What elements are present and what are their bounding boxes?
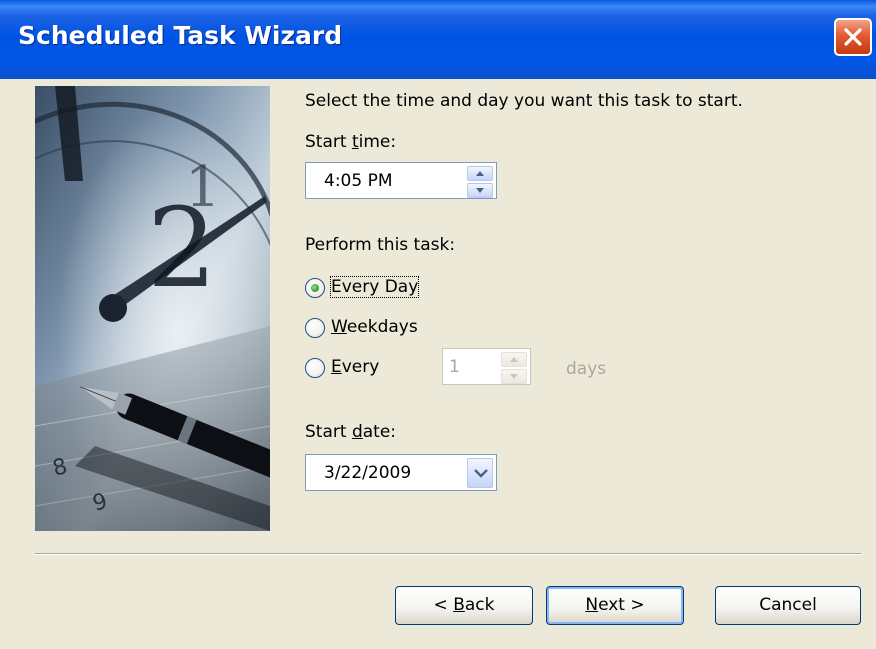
start-time-spin-buttons [467,166,493,198]
back-button-prefix: < [433,595,454,615]
start-time-value: 4:05 PM [324,171,393,191]
start-date-label-text-end: ate: [362,422,397,442]
radio-every-day-label[interactable]: Every Day [329,276,420,298]
start-date-dropdown-button[interactable] [467,458,493,488]
start-date-label: Start date: [305,422,396,442]
wizard-prompt: Select the time and day you want this ta… [305,91,743,111]
chevron-down-icon [510,374,518,379]
radio-weekdays-indicator[interactable] [305,318,325,338]
every-days-spin-buttons [501,352,527,384]
separator-line [35,553,861,555]
next-button[interactable]: Next > [546,586,684,625]
every-days-spinner[interactable]: 1 [442,348,531,385]
start-date-value: 3/22/2009 [324,463,412,483]
chevron-up-icon [476,171,484,176]
start-time-label-text-end: ime: [358,132,397,152]
radio-every-n-days[interactable]: Every [305,357,425,381]
close-icon [844,28,862,46]
cancel-button[interactable]: Cancel [715,586,861,625]
window-title: Scheduled Task Wizard [18,21,343,50]
start-time-label-text: Start [305,132,352,152]
every-days-down-button[interactable] [501,369,527,384]
start-time-down-button[interactable] [467,183,493,198]
svg-text:1: 1 [185,155,221,220]
back-button-text: ack [464,595,495,615]
next-button-mnemonic: N [585,595,599,615]
radio-selected-dot [311,284,319,292]
start-time-label: Start time: [305,132,396,152]
every-days-value: 1 [449,357,460,377]
title-bar[interactable]: Scheduled Task Wizard [0,0,876,79]
radio-weekdays-mnemonic: W [331,317,347,337]
wizard-window: Scheduled Task Wizard 2 1 8 9 Select the… [0,0,876,649]
chevron-down-icon [474,469,488,478]
close-button[interactable] [834,18,872,56]
radio-weekdays[interactable]: Weekdays [305,317,455,341]
radio-weekdays-label[interactable]: Weekdays [331,317,418,337]
start-date-label-mnemonic: d [351,422,363,442]
days-label: days [566,359,607,379]
radio-every-mnemonic: E [331,357,342,377]
perform-task-label: Perform this task: [305,235,456,255]
wizard-illustration: 2 1 8 9 [35,86,270,531]
start-time-label-mnemonic: t [351,132,359,152]
start-time-up-button[interactable] [467,166,493,181]
radio-every-indicator[interactable] [305,358,325,378]
radio-every-day-indicator[interactable] [305,278,325,298]
start-date-label-text: Start [305,422,352,442]
back-button-mnemonic: B [453,595,465,615]
radio-every-day[interactable]: Every Day [305,276,455,301]
chevron-up-icon [510,357,518,362]
radio-every-text: very [341,357,380,377]
radio-every-label[interactable]: Every [331,357,379,377]
next-button-text: ext > [598,595,645,615]
every-days-up-button[interactable] [501,352,527,367]
start-date-picker[interactable]: 3/22/2009 [305,454,497,491]
back-button[interactable]: < Back [395,586,533,625]
radio-weekdays-text: eekdays [346,317,418,337]
chevron-down-icon [476,188,484,193]
start-time-spinner[interactable]: 4:05 PM [305,162,497,199]
